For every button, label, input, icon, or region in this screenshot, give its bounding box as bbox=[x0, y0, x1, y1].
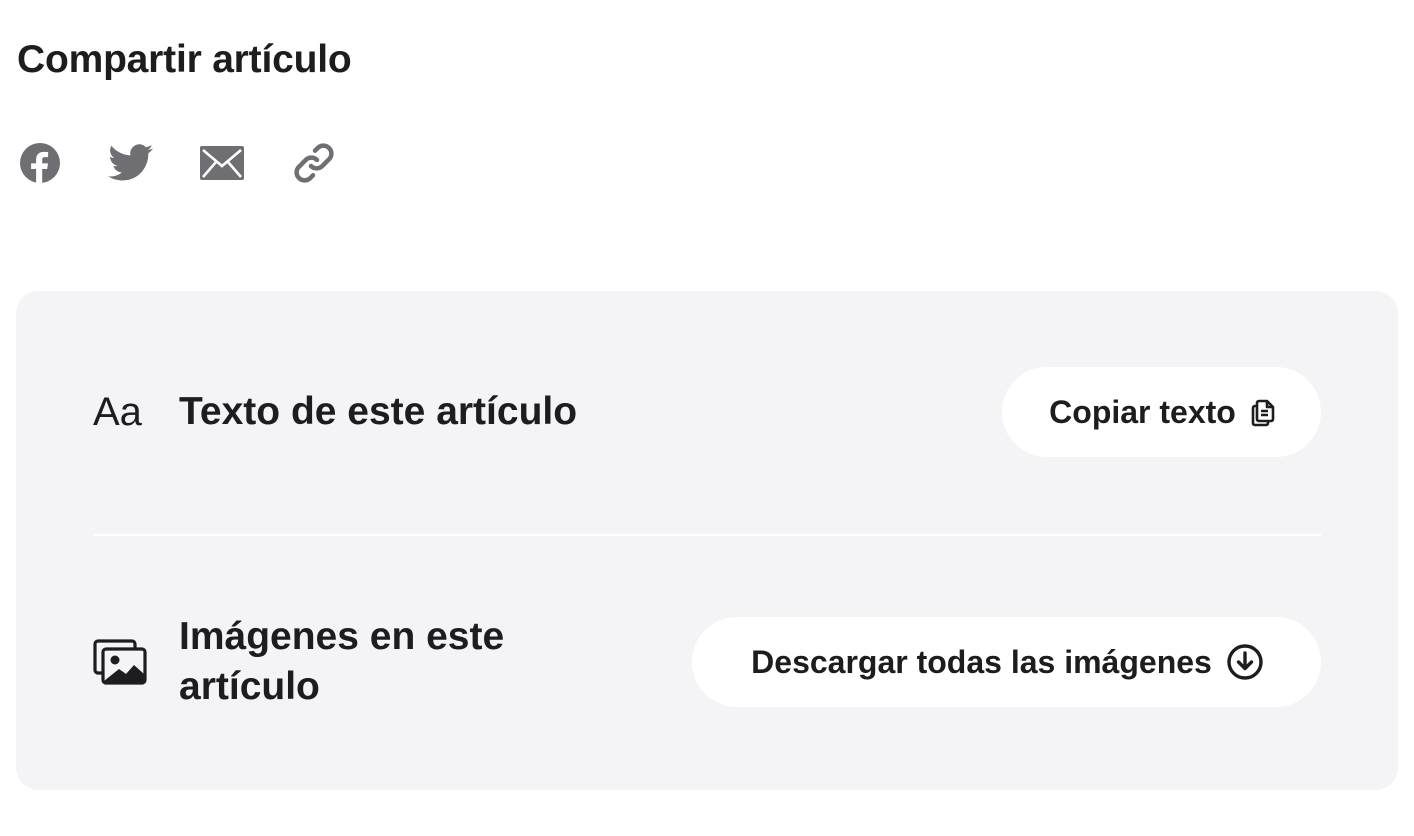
copy-text-button[interactable]: Copiar texto bbox=[1002, 367, 1321, 457]
article-images-row: Imágenes en este artículo Descargar toda… bbox=[93, 615, 1321, 708]
copy-link-button[interactable] bbox=[289, 138, 339, 188]
page-title: Compartir artículo bbox=[17, 38, 352, 81]
email-icon bbox=[199, 145, 245, 181]
article-text-label: Texto de este artículo bbox=[179, 390, 578, 433]
download-all-images-label: Descargar todas las imágenes bbox=[751, 643, 1212, 680]
text-format-icon: Aa bbox=[93, 389, 142, 434]
article-tools-panel: Aa Texto de este artículo Copiar texto I… bbox=[16, 291, 1398, 790]
images-icon bbox=[93, 637, 149, 687]
link-icon bbox=[292, 141, 336, 185]
article-text-row: Aa Texto de este artículo Copiar texto bbox=[93, 367, 1321, 457]
twitter-share-button[interactable] bbox=[106, 138, 156, 188]
copy-text-label: Copiar texto bbox=[1049, 393, 1236, 430]
article-images-label: Imágenes en este artículo bbox=[179, 615, 505, 708]
twitter-icon bbox=[108, 144, 154, 182]
download-circle-icon bbox=[1226, 643, 1264, 681]
download-all-images-button[interactable]: Descargar todas las imágenes bbox=[692, 617, 1321, 707]
email-share-button[interactable] bbox=[197, 138, 247, 188]
facebook-share-button[interactable] bbox=[15, 138, 65, 188]
facebook-icon bbox=[19, 142, 61, 184]
panel-divider bbox=[93, 534, 1321, 536]
copy-icon bbox=[1250, 397, 1276, 427]
